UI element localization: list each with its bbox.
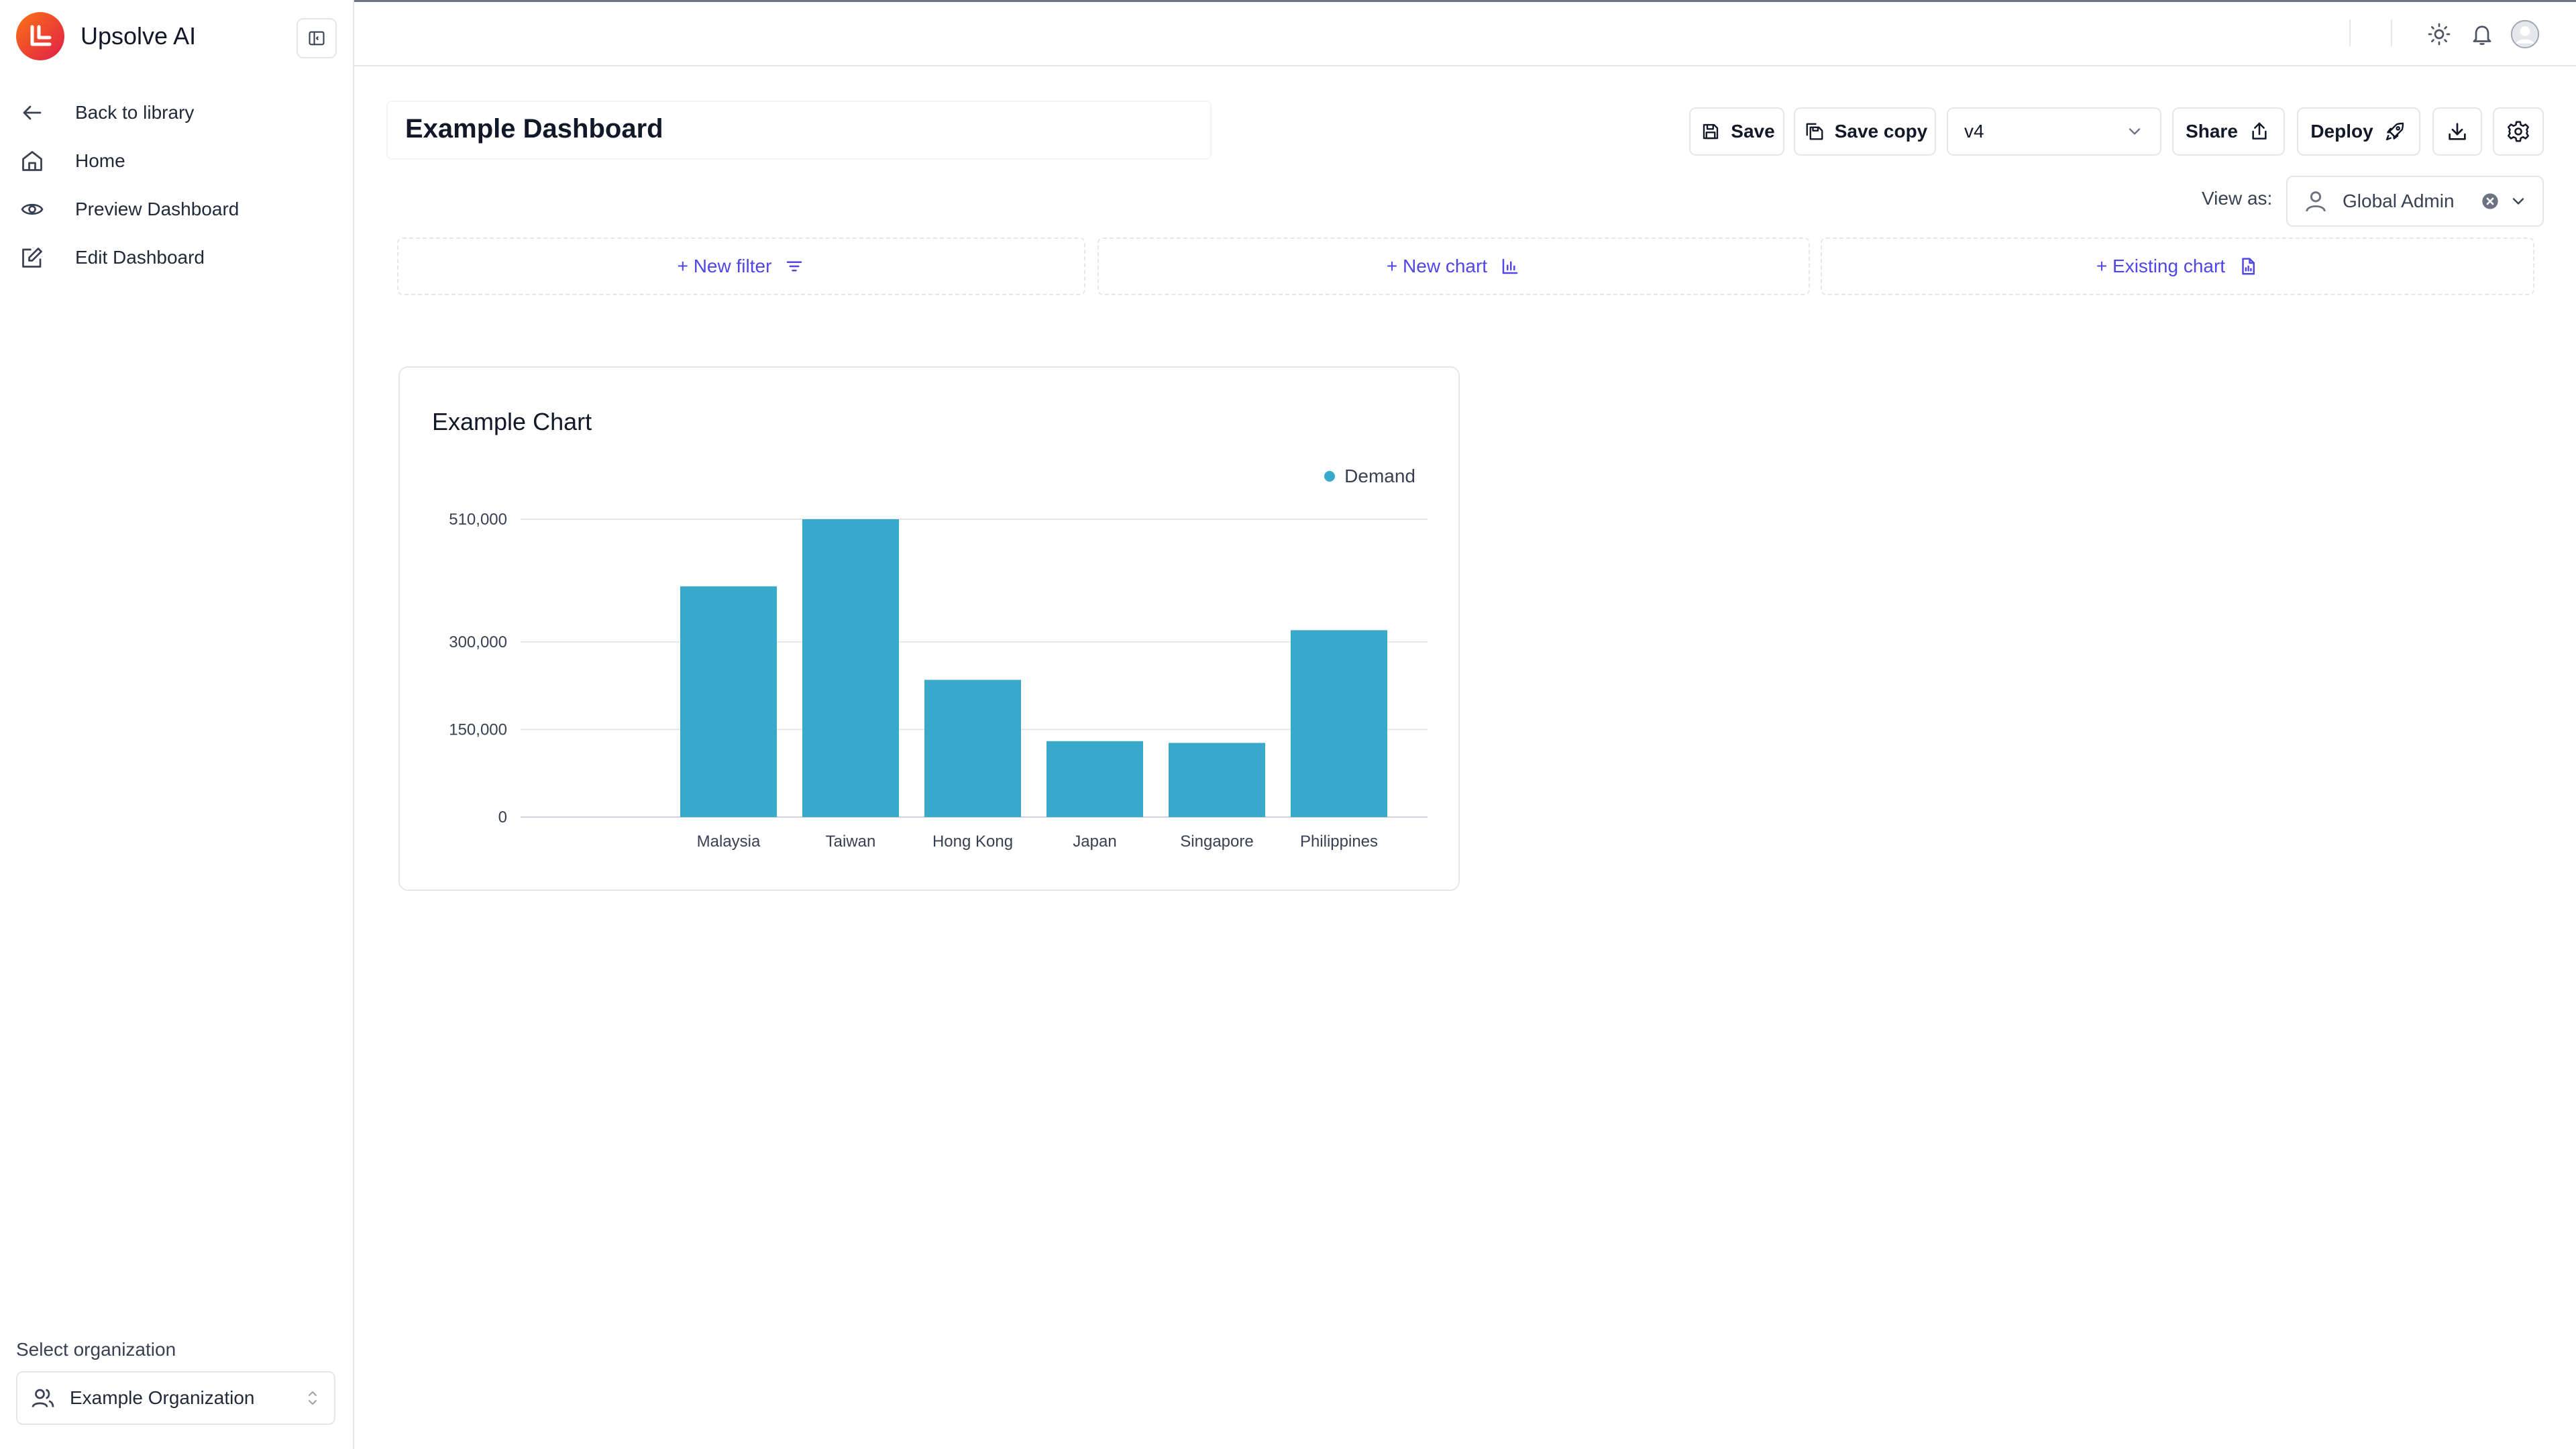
sidebar-toggle-icon [307,29,326,48]
app-name: Upsolve AI [80,22,197,50]
x-tick-label: Japan [1073,833,1116,851]
chart-card[interactable]: Example Chart Demand 0 150,000 300,000 510,… [398,366,1460,891]
chart-bar [1046,741,1143,817]
page-title: Example Dashboard [405,114,663,144]
share-icon [2247,119,2271,144]
x-tick-label: Hong Kong [932,833,1013,851]
header-divider [2349,19,2351,46]
x-tick-label: Malaysia [697,833,761,851]
sidebar-item-label: Edit Dashboard [75,247,205,268]
new-chart-button[interactable]: + New chart [1097,237,1810,295]
filter-icon [784,256,805,277]
chevron-down-icon [2125,122,2144,141]
top-header [354,2,2576,66]
version-select[interactable]: v4 [1947,107,2161,156]
org-select[interactable]: Example Organization [16,1371,335,1425]
clear-icon[interactable] [2481,192,2500,211]
chart-bar [1291,630,1387,817]
save-copy-button-label: Save copy [1834,121,1928,142]
dashboard-title-field[interactable]: Example Dashboard [386,101,1212,160]
user-icon [2302,188,2329,215]
view-as-select[interactable]: Global Admin [2286,176,2544,227]
save-button[interactable]: Save [1689,107,1784,156]
eye-icon [16,193,48,225]
sidebar-item-label: Back to library [75,102,195,123]
y-tick-label: 510,000 [449,511,507,529]
avatar-icon [2510,19,2540,49]
sun-icon [2427,22,2451,46]
theme-toggle-button[interactable] [2424,19,2454,49]
y-tick-label: 300,000 [449,633,507,651]
chart-bar [680,586,777,817]
bar-chart-icon [1499,256,1521,277]
org-select-label: Select organization [16,1339,176,1360]
edit-icon [16,241,48,274]
view-as-label: View as: [2202,188,2273,209]
download-button[interactable] [2432,107,2482,156]
sidebar-item-preview-dashboard[interactable]: Preview Dashboard [16,185,338,233]
chart-bar [802,519,899,817]
chevron-up-down-icon [305,1389,321,1407]
save-copy-button[interactable]: Save copy [1794,107,1936,156]
sidebar-item-label: Home [75,150,125,171]
deploy-button[interactable]: Deploy [2297,107,2420,156]
view-as-value: Global Admin [2343,191,2455,211]
sidebar-item-label: Preview Dashboard [75,199,239,219]
collapse-sidebar-button[interactable] [297,18,337,58]
version-select-value: v4 [1964,121,1984,142]
save-copy-icon [1803,119,1827,144]
save-icon [1699,119,1723,144]
y-tick-label: 150,000 [449,720,507,739]
upsolve-logo-icon [16,12,64,60]
chevron-down-icon [2509,192,2528,211]
chart-bar [924,680,1021,817]
x-tick-label: Singapore [1180,833,1253,851]
org-select-value: Example Organization [70,1387,255,1408]
users-icon [31,1386,55,1410]
rocket-icon [2383,119,2407,144]
header-divider [2391,19,2392,46]
new-filter-label: + New filter [677,256,772,276]
share-button-label: Share [2186,121,2238,142]
deploy-button-label: Deploy [2310,121,2373,142]
settings-button[interactable] [2493,107,2544,156]
existing-chart-button[interactable]: + Existing chart [1821,237,2534,295]
home-icon [16,145,48,177]
user-avatar-button[interactable] [2510,19,2540,49]
x-tick-label: Taiwan [826,833,876,851]
bar-chart: 0 150,000 300,000 510,000 Malaysia Taiwan Hong… [449,511,1428,851]
sidebar-item-home[interactable]: Home [16,137,338,185]
bell-icon [2470,22,2494,46]
sidebar-item-edit-dashboard[interactable]: Edit Dashboard [16,233,338,282]
save-button-label: Save [1731,121,1775,142]
arrow-left-icon [16,97,48,129]
chart-bar [1169,743,1265,817]
sidebar-item-back-to-library[interactable]: Back to library [16,89,338,137]
gear-icon [2506,119,2530,144]
x-tick-label: Philippines [1300,833,1378,851]
new-filter-button[interactable]: + New filter [397,237,1085,295]
sidebar: Upsolve AI Back to library Home Preview … [0,0,354,1449]
download-icon [2445,119,2469,144]
new-chart-label: + New chart [1386,256,1488,276]
existing-chart-label: + Existing chart [2096,256,2226,276]
share-button[interactable]: Share [2172,107,2285,156]
notifications-button[interactable] [2467,19,2497,49]
y-tick-label: 0 [498,808,507,826]
sidebar-nav: Back to library Home Preview Dashboard E… [16,89,338,282]
file-chart-icon [2237,256,2259,277]
brand[interactable]: Upsolve AI [16,12,196,60]
